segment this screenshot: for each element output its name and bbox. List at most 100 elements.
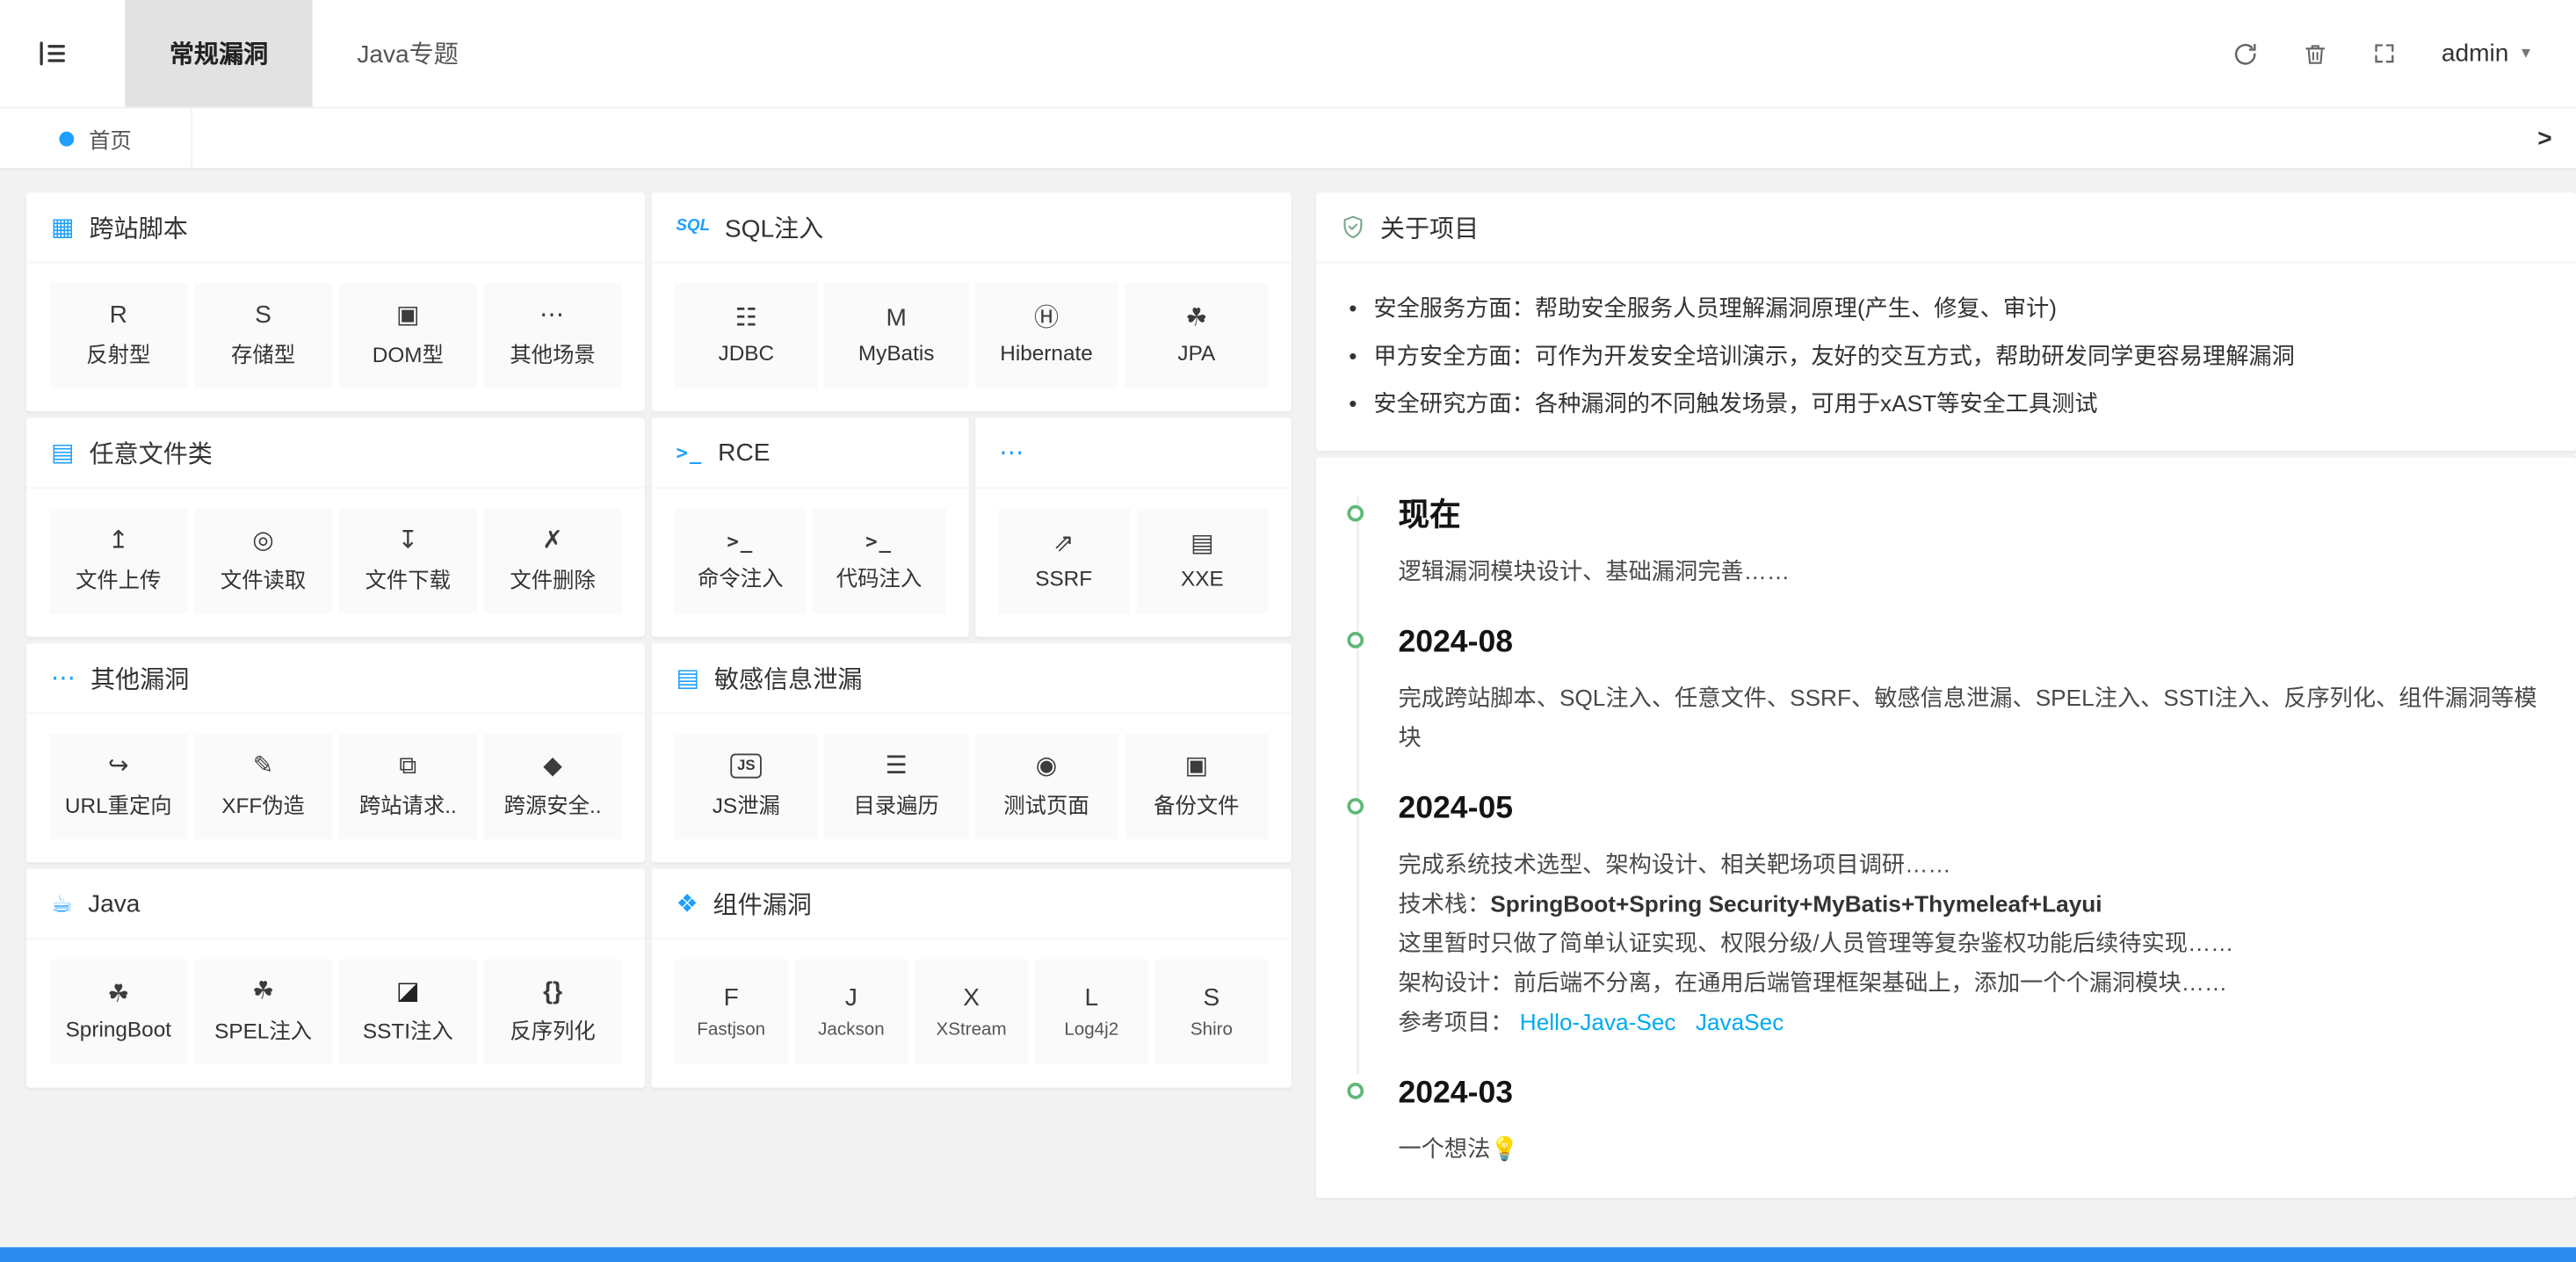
letter-s-icon: S [255, 303, 271, 328]
terminal-icon: >_ [865, 531, 893, 550]
tab-java-topics[interactable]: Java专题 [313, 0, 503, 107]
tile-shiro[interactable]: S Shiro [1154, 960, 1268, 1065]
tile-csrf[interactable]: ⧉ 跨站请求.. [339, 734, 477, 839]
tile-label: 跨源安全.. [504, 788, 602, 820]
timeline-text: 一个想法💡 [1398, 1128, 2543, 1168]
tile-springboot[interactable]: ☘ SpringBoot [49, 960, 187, 1065]
card-about-body: 安全服务方面：帮助安全服务人员理解漏洞原理(产生、修复、审计) 甲方安全方面：可… [1316, 264, 2576, 451]
tile-backup-file[interactable]: ▣ 备份文件 [1125, 734, 1268, 839]
file-download-icon: ↧ [398, 528, 419, 553]
refresh-button[interactable] [2232, 40, 2259, 67]
leaf-icon: ☘ [1185, 306, 1207, 330]
tile-label: Hibernate [1000, 341, 1093, 366]
tile-jpa[interactable]: ☘ JPA [1125, 283, 1268, 388]
shield-drop-icon: ◆ [543, 754, 562, 779]
card-xss-body: R 反射型 S 存储型 ▣ DOM型 ⋯ 其他场景 [26, 264, 645, 412]
card-sensitive-body: JS JS泄漏 ☰ 目录遍历 ◉ 测试页面 ▣ 备份文件 [651, 714, 1291, 863]
database-icon: ☷ [735, 306, 757, 330]
card-java-body: ☘ SpringBoot ☘ SPEL注入 ◪ SSTI注入 {} 反序列化 [26, 939, 645, 1088]
tile-url-redirect[interactable]: ↪ URL重定向 [49, 734, 187, 839]
card-other-head: ⋯ 其他漏洞 [26, 643, 645, 714]
tile-label: Jackson [818, 1019, 885, 1039]
tile-ssti-injection[interactable]: ◪ SSTI注入 [339, 960, 477, 1065]
leaf-icon: ☘ [107, 983, 129, 1007]
tile-label: SSTI注入 [363, 1013, 453, 1045]
tile-label: 文件读取 [221, 562, 306, 594]
tile-jackson[interactable]: J Jackson [794, 960, 908, 1065]
card-other-vulns: ⋯ 其他漏洞 ↪ URL重定向 ✎ XFF伪造 ⧉ 跨站请求.. [26, 643, 645, 862]
doc-lines-icon: ▤ [677, 665, 700, 690]
tile-label: URL重定向 [65, 788, 172, 820]
tile-command-injection[interactable]: >_ 命令注入 [675, 509, 807, 614]
tile-xff-forgery[interactable]: ✎ XFF伪造 [194, 734, 332, 839]
timeline-title: 2024-05 [1398, 790, 2543, 830]
tile-label: 测试页面 [1003, 788, 1089, 820]
tile-ssrf[interactable]: ⇗ SSRF [998, 509, 1130, 614]
tile-file-download[interactable]: ↧ 文件下载 [339, 509, 477, 614]
trash-button[interactable] [2304, 40, 2328, 67]
tile-test-page[interactable]: ◉ 测试页面 [974, 734, 1118, 839]
tab-regular-vulns[interactable]: 常规漏洞 [125, 0, 312, 107]
timeline-text: 这里暂时只做了简单认证实现、权限分级/人员管理等复杂鉴权功能后续待实现…… [1398, 923, 2543, 962]
tile-file-read[interactable]: ◎ 文件读取 [194, 509, 332, 614]
tile-mybatis[interactable]: M MyBatis [824, 283, 967, 388]
tile-cors[interactable]: ◆ 跨源安全.. [483, 734, 621, 839]
card-components: ❖ 组件漏洞 F Fastjson J Jackson X XStream [651, 869, 1291, 1088]
tile-log4j2[interactable]: L Log4j2 [1035, 960, 1148, 1065]
timeline-dot-icon [1347, 632, 1364, 649]
tile-js-leak[interactable]: JS JS泄漏 [675, 734, 818, 839]
timeline-dot-icon [1347, 505, 1364, 522]
tile-jdbc[interactable]: ☷ JDBC [675, 283, 818, 388]
tile-label: 代码注入 [836, 561, 922, 592]
tile-dom-xss[interactable]: ▣ DOM型 [339, 283, 477, 388]
tech-stack-label: 技术栈： [1398, 890, 1490, 917]
tile-xxe[interactable]: ▤ XXE [1136, 509, 1268, 614]
user-menu[interactable]: admin ▼ [2442, 40, 2533, 68]
tile-other-xss-scenes[interactable]: ⋯ 其他场景 [483, 283, 621, 388]
shield-icon [1341, 214, 1365, 240]
tile-xstream[interactable]: X XStream [915, 960, 1028, 1065]
column-middle: SQL SQL注入 ☷ JDBC M MyBatis Ⓗ Hibernate [651, 192, 1291, 1094]
trash-icon [2304, 40, 2328, 67]
card-sensitive-head: ▤ 敏感信息泄漏 [651, 643, 1291, 714]
card-more-body: ⇗ SSRF ▤ XXE [974, 489, 1291, 637]
letter-r-icon: R [110, 303, 127, 328]
file-read-icon: ◎ [252, 528, 274, 553]
tile-label: XXE [1181, 566, 1224, 591]
sidebar-toggle-button[interactable] [0, 0, 102, 107]
timeline-card: 现在 逻辑漏洞模块设计、基础漏洞完善…… 2024-08 完成跨站脚本、SQL注… [1316, 457, 2576, 1198]
tile-spel-injection[interactable]: ☘ SPEL注入 [194, 960, 332, 1065]
card-title: Java [88, 889, 140, 917]
tab-home[interactable]: 首页 [0, 109, 192, 168]
card-java-head: ☕ Java [26, 869, 645, 940]
card-title: 敏感信息泄漏 [714, 661, 863, 695]
fullscreen-button[interactable] [2372, 41, 2397, 66]
tile-fastjson[interactable]: F Fastjson [675, 960, 788, 1065]
tile-label: SPEL注入 [214, 1013, 312, 1045]
timeline-text: 架构设计：前后端不分离，在通用后端管理框架基础上，添加一个个漏洞模块…… [1398, 962, 2543, 1002]
chevron-right-icon: > [2537, 124, 2551, 152]
active-dot-icon [59, 131, 74, 146]
main-content: ▦ 跨站脚本 R 反射型 S 存储型 ▣ DOM型 [0, 170, 2576, 1262]
link-hello-java-sec[interactable]: Hello-Java-Sec [1520, 1009, 1676, 1035]
card-title: 任意文件类 [89, 435, 212, 469]
tab-scroll-right-button[interactable]: > [2514, 109, 2576, 168]
puzzle-icon: ❖ [677, 891, 698, 916]
tile-deserialization[interactable]: {} 反序列化 [483, 960, 621, 1065]
tile-file-delete[interactable]: ✗ 文件删除 [483, 509, 621, 614]
tile-directory-traversal[interactable]: ☰ 目录遍历 [824, 734, 967, 839]
tile-label: XFF伪造 [221, 788, 305, 820]
card-title: 其他漏洞 [90, 661, 189, 695]
tile-file-upload[interactable]: ↥ 文件上传 [49, 509, 187, 614]
tile-code-injection[interactable]: >_ 代码注入 [813, 509, 944, 614]
tile-hibernate[interactable]: Ⓗ Hibernate [974, 283, 1118, 388]
card-title: 组件漏洞 [713, 886, 812, 920]
tile-label: SSRF [1035, 566, 1092, 591]
timeline-text: 技术栈：SpringBoot+Spring Security+MyBatis+T… [1398, 883, 2543, 923]
timeline-item: 现在 逻辑漏洞模块设计、基础漏洞完善…… [1357, 497, 2543, 623]
tile-stored-xss[interactable]: S 存储型 [194, 283, 332, 388]
about-bullet: 安全服务方面：帮助安全服务人员理解漏洞原理(产生、修复、审计) [1346, 285, 2547, 332]
tile-reflected-xss[interactable]: R 反射型 [49, 283, 187, 388]
navbar-actions: admin ▼ [2232, 0, 2576, 107]
link-javasec[interactable]: JavaSec [1696, 1009, 1784, 1035]
